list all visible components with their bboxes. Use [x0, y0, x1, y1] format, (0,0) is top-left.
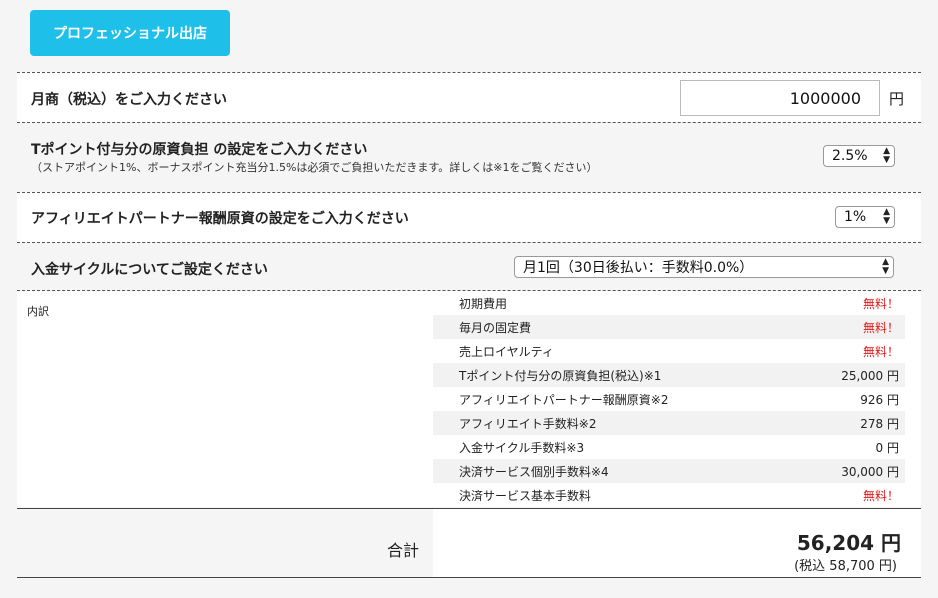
total-value: 56,204 円 [796, 531, 901, 555]
cycle-select-value: 月1回（30日後払い：手数料0.0%） [523, 260, 754, 276]
breakdown-label: 内訳 [27, 305, 49, 318]
total-tax-included: (税込 58,700 円) [794, 559, 897, 574]
affiliate-select-value: 1% [844, 209, 867, 225]
tpoint-note: （ストアポイント1%、ボーナスポイント充当分1.5%は必須でご負担いただきます。… [31, 161, 598, 174]
breakdown-item: Tポイント付与分の原資負担(税込)※1 25,000 円 [433, 363, 905, 387]
professional-store-button[interactable]: プロフェッショナル出店 [30, 10, 230, 56]
total-label: 合計 [387, 541, 420, 560]
breakdown-item: 毎月の固定費 無料！ [433, 315, 905, 339]
tpoint-select[interactable]: 2.5% ▲ ▼ [823, 145, 895, 167]
breakdown-section: 内訳 初期費用 無料！ 毎月の固定費 無料！ 売上ロイヤルティ 無料！ Tポイン… [17, 291, 921, 507]
affiliate-row: アフィリエイトパートナー報酬原資の設定をご入力ください 1% ▲ ▼ [17, 192, 921, 242]
breakdown-item: 初期費用 無料！ [459, 296, 899, 311]
monthly-sales-label: 月商（税込）をご入力ください [31, 92, 227, 108]
breakdown-item: 決済サービス基本手数料 無料！ [459, 488, 899, 503]
tpoint-label: Tポイント付与分の原資負担 の設定をご入力ください [31, 142, 368, 158]
monthly-sales-unit: 円 [889, 90, 905, 108]
total-box: 56,204 円 (税込 58,700 円) [433, 509, 921, 577]
select-arrows-icon: ▲ ▼ [883, 207, 890, 226]
affiliate-label: アフィリエイトパートナー報酬原資の設定をご入力ください [31, 211, 409, 227]
cycle-row: 入金サイクルについてご設定ください 月1回（30日後払い：手数料0.0%） ▲ ▼ [17, 242, 921, 291]
tpoint-select-value: 2.5% [832, 148, 868, 164]
breakdown-item: アフィリエイト手数料※2 278 円 [433, 411, 905, 435]
select-arrows-icon: ▲ ▼ [883, 146, 890, 165]
breakdown-item: アフィリエイトパートナー報酬原資※2 926 円 [459, 392, 899, 407]
tpoint-row: Tポイント付与分の原資負担 の設定をご入力ください （ストアポイント1%、ボーナ… [17, 122, 921, 192]
monthly-sales-input[interactable] [680, 80, 880, 116]
affiliate-select[interactable]: 1% ▲ ▼ [835, 206, 895, 228]
total-row: 合計 56,204 円 (税込 58,700 円) [17, 508, 921, 578]
select-arrows-icon: ▲ ▼ [882, 257, 889, 276]
breakdown-item: 入金サイクル手数料※3 0 円 [459, 440, 899, 455]
breakdown-item: 決済サービス個別手数料※4 30,000 円 [433, 459, 905, 483]
breakdown-item: 売上ロイヤルティ 無料！ [459, 344, 899, 359]
cycle-select[interactable]: 月1回（30日後払い：手数料0.0%） ▲ ▼ [514, 256, 894, 278]
cycle-label: 入金サイクルについてご設定ください [31, 262, 268, 278]
monthly-sales-row: 月商（税込）をご入力ください 円 [17, 72, 921, 122]
